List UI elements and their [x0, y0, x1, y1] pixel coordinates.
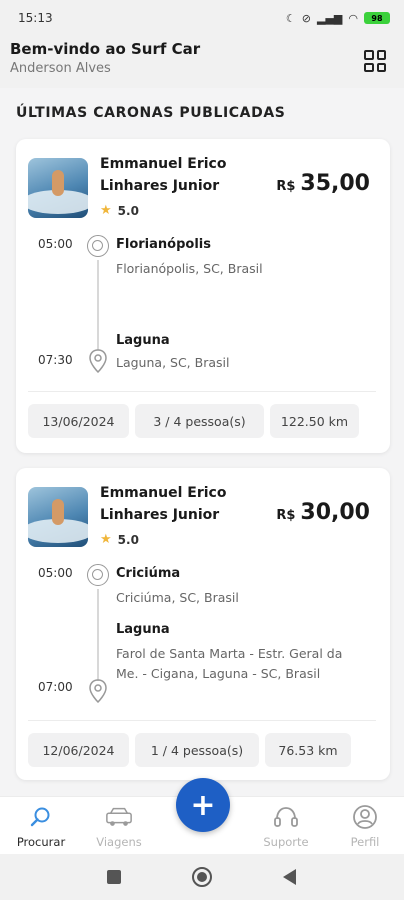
nav-label: Suporte [263, 835, 309, 849]
price-currency: R$ [276, 508, 296, 523]
mute-icon: ⊘ [301, 11, 311, 25]
destination-address: Laguna, SC, Brasil [116, 355, 230, 370]
destination-city: Laguna [116, 333, 170, 348]
user-name: Anderson Alves [10, 61, 111, 76]
status-time: 15:13 [18, 11, 53, 25]
system-nav-bar [0, 854, 404, 900]
card-divider [28, 391, 376, 392]
origin-city: Criciúma [116, 566, 181, 581]
ride-distance: 76.53 km [265, 733, 351, 767]
section-title: ÚLTIMAS CARONAS PUBLICADAS [16, 105, 286, 121]
arrival-time: 07:00 [38, 680, 73, 694]
plus-icon: + [190, 787, 216, 823]
nav-label: Viagens [96, 835, 142, 849]
status-bar: 15:13 ☾ ⊘ ▂▄▆ ◠ 98 [0, 0, 404, 36]
headset-icon [272, 803, 300, 831]
recents-icon[interactable] [107, 870, 121, 884]
search-icon [27, 803, 55, 831]
route-line [97, 260, 99, 350]
star-icon: ★ [100, 203, 112, 218]
home-icon[interactable] [192, 867, 212, 887]
ride-date: 12/06/2024 [28, 733, 129, 767]
ride-card[interactable]: Emmanuel Erico Linhares Junior ★ 5.0 R$ … [16, 139, 390, 453]
origin-icon [87, 235, 109, 257]
rating-value: 5.0 [117, 532, 139, 547]
driver-name: Emmanuel Erico Linhares Junior [100, 485, 227, 523]
nav-suporte[interactable]: Suporte [251, 803, 321, 849]
driver-avatar [28, 487, 88, 547]
destination-city: Laguna [116, 622, 170, 637]
ride-distance: 122.50 km [270, 404, 359, 438]
card-divider [28, 720, 376, 721]
driver-rating: ★ 5.0 [100, 203, 139, 218]
car-icon [105, 803, 133, 831]
star-icon: ★ [100, 532, 112, 547]
ride-price: R$ 30,00 [276, 500, 370, 525]
nav-procurar[interactable]: Procurar [6, 803, 76, 849]
departure-time: 05:00 [38, 237, 73, 251]
route-line [97, 589, 99, 681]
ride-seats: 3 / 4 pessoa(s) [135, 404, 264, 438]
destination-address: Farol de Santa Marta - Estr. Geral da Me… [116, 646, 343, 681]
origin-city: Florianópolis [116, 237, 211, 252]
user-icon [351, 803, 379, 831]
price-value: 35,00 [300, 171, 370, 196]
location-pin-icon [89, 679, 107, 703]
rating-value: 5.0 [117, 203, 139, 218]
driver-avatar [28, 158, 88, 218]
arrival-time: 07:30 [38, 353, 73, 367]
driver-rating: ★ 5.0 [100, 532, 139, 547]
nav-label: Perfil [350, 835, 380, 849]
ride-seats: 1 / 4 pessoa(s) [135, 733, 259, 767]
signal-icon: ▂▄▆ [317, 11, 343, 25]
origin-icon [87, 564, 109, 586]
battery-icon: 98 [364, 12, 390, 24]
origin-address: Florianópolis, SC, Brasil [116, 261, 263, 276]
nav-viagens[interactable]: Viagens [84, 803, 154, 849]
ride-card[interactable]: Emmanuel Erico Linhares Junior ★ 5.0 R$ … [16, 468, 390, 780]
moon-icon: ☾ [285, 11, 296, 25]
origin-address: Criciúma, SC, Brasil [116, 590, 239, 605]
ride-price: R$ 35,00 [276, 171, 370, 196]
back-icon[interactable] [283, 869, 296, 885]
driver-name: Emmanuel Erico Linhares Junior [100, 156, 227, 194]
status-icons: ☾ ⊘ ▂▄▆ ◠ 98 [286, 12, 390, 25]
add-ride-button[interactable]: + [176, 778, 230, 832]
nav-perfil[interactable]: Perfil [330, 803, 400, 849]
price-currency: R$ [276, 179, 296, 194]
departure-time: 05:00 [38, 566, 73, 580]
price-value: 30,00 [300, 500, 370, 525]
app-header: Bem-vindo ao Surf Car Anderson Alves [0, 36, 404, 88]
grid-icon[interactable] [364, 50, 386, 72]
welcome-title: Bem-vindo ao Surf Car [10, 40, 201, 58]
nav-label: Procurar [16, 835, 66, 849]
wifi-icon: ◠ [348, 11, 358, 25]
location-pin-icon [89, 349, 107, 373]
ride-date: 13/06/2024 [28, 404, 129, 438]
